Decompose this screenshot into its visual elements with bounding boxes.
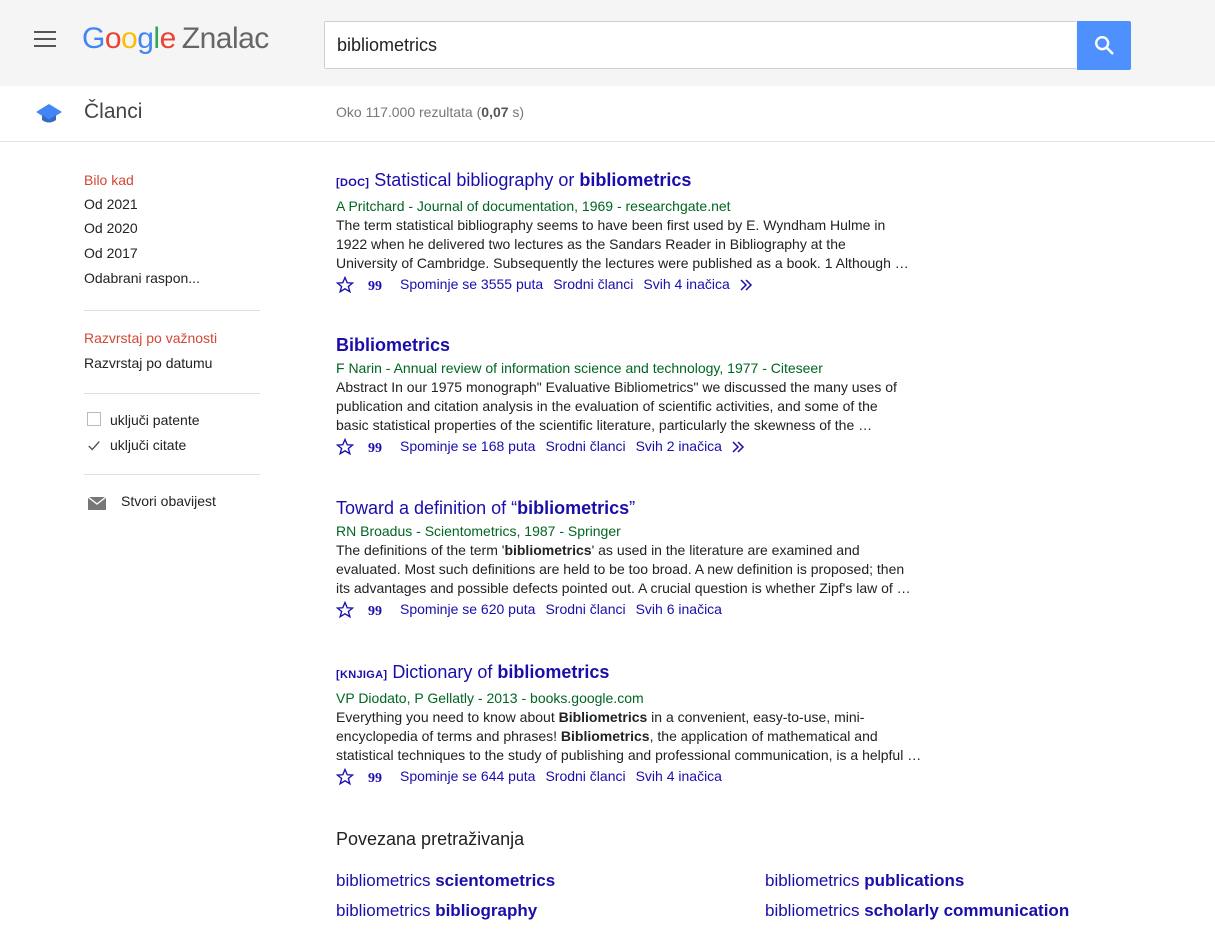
related-search-link[interactable]: bibliometrics scientometrics xyxy=(336,871,555,891)
logo[interactable]: Google Znalac xyxy=(82,22,269,56)
search-box xyxy=(324,21,1076,69)
all-versions-link[interactable]: Svih 6 inačica xyxy=(636,601,722,617)
result-authors: VP Diodato, P Gellatly - 2013 - books.go… xyxy=(336,690,644,706)
cited-by-link[interactable]: Spominje se 3555 puta xyxy=(400,276,543,292)
result-snippet: The definitions of the term 'bibliometri… xyxy=(336,542,911,596)
top-bar: Google Znalac xyxy=(0,0,1215,86)
related-articles-link[interactable]: Srodni članci xyxy=(553,276,633,292)
star-icon[interactable] xyxy=(336,768,354,786)
related-articles-link[interactable]: Srodni članci xyxy=(545,601,625,617)
sidebar-divider xyxy=(84,310,260,311)
related-search-link[interactable]: bibliometrics bibliography xyxy=(336,901,537,921)
result-authors: A Pritchard - Journal of documentation, … xyxy=(336,198,731,214)
search-result: [KNJIGA] Dictionary of bibliometrics VP … xyxy=(336,661,1056,786)
svg-text:99: 99 xyxy=(368,279,382,292)
result-title[interactable]: [DOC] Statistical bibliography or biblio… xyxy=(336,169,1056,194)
more-chevron-icon[interactable] xyxy=(732,441,748,453)
all-versions-link[interactable]: Svih 2 inačica xyxy=(636,438,722,454)
result-snippet: The term statistical bibliography seems … xyxy=(336,217,909,271)
result-actions: 99 Spominje se 644 puta Srodni članci Svih … xyxy=(336,766,1056,786)
search-result: Toward a definition of “bibliometrics” R… xyxy=(336,497,1056,619)
cite-quote-icon[interactable]: 99 xyxy=(368,440,386,454)
result-actions: 99 Spominje se 620 puta Srodni članci Svih … xyxy=(336,599,1056,619)
include-patents-label[interactable]: uključi patente xyxy=(110,412,200,428)
related-search-link[interactable]: bibliometrics scholarly communication xyxy=(765,901,1069,921)
sort-relevance[interactable]: Razvrstaj po važnosti xyxy=(84,330,217,346)
result-snippet: Everything you need to know about Biblio… xyxy=(336,709,922,763)
cite-quote-icon[interactable]: 99 xyxy=(368,278,386,292)
search-result: [DOC] Statistical bibliography or biblio… xyxy=(336,169,1056,294)
filter-since-2020[interactable]: Od 2020 xyxy=(84,220,138,236)
related-articles-link[interactable]: Srodni članci xyxy=(545,768,625,784)
include-citations-label[interactable]: uključi citate xyxy=(110,437,186,453)
result-authors: F Narin - Annual review of information s… xyxy=(336,360,823,376)
result-actions: 99 Spominje se 3555 puta Srodni članci Svih… xyxy=(336,274,1056,294)
cited-by-link[interactable]: Spominje se 620 puta xyxy=(400,601,535,617)
create-alert-link[interactable]: Stvori obavijest xyxy=(121,493,216,509)
star-icon[interactable] xyxy=(336,601,354,619)
result-snippet: Abstract In our 1975 monograph" Evaluati… xyxy=(336,379,897,433)
search-button[interactable] xyxy=(1077,21,1131,70)
sidebar-divider xyxy=(84,393,260,394)
more-chevron-icon[interactable] xyxy=(740,279,756,291)
all-versions-link[interactable]: Svih 4 inačica xyxy=(643,276,729,292)
menu-icon[interactable] xyxy=(34,31,56,52)
related-articles-link[interactable]: Srodni članci xyxy=(545,438,625,454)
filter-since-2021[interactable]: Od 2021 xyxy=(84,196,138,212)
search-input[interactable] xyxy=(325,22,1076,68)
section-title[interactable]: Članci xyxy=(84,100,142,124)
header-divider xyxy=(0,141,1215,142)
result-stats: Oko 117.000 rezultata (0,07 s) xyxy=(336,104,525,120)
svg-text:99: 99 xyxy=(368,771,382,784)
filter-any-time[interactable]: Bilo kad xyxy=(84,172,134,188)
graduation-cap-icon xyxy=(36,104,62,123)
sidebar-divider xyxy=(84,474,260,475)
cited-by-link[interactable]: Spominje se 644 puta xyxy=(400,768,535,784)
search-result: Bibliometrics F Narin - Annual review of… xyxy=(336,334,1056,456)
related-search-link[interactable]: bibliometrics publications xyxy=(765,871,964,891)
search-icon xyxy=(1095,36,1114,55)
svg-text:99: 99 xyxy=(368,441,382,454)
include-patents-checkbox[interactable] xyxy=(87,412,101,426)
cited-by-link[interactable]: Spominje se 168 puta xyxy=(400,438,535,454)
svg-text:99: 99 xyxy=(368,604,382,617)
filter-custom-range[interactable]: Odabrani raspon... xyxy=(84,270,200,286)
sort-date[interactable]: Razvrstaj po datumu xyxy=(84,355,212,371)
result-authors: RN Broadus - Scientometrics, 1987 - Spri… xyxy=(336,523,621,539)
result-title[interactable]: [KNJIGA] Dictionary of bibliometrics xyxy=(336,661,1056,686)
include-citations-checkbox[interactable] xyxy=(87,439,101,453)
filter-since-2017[interactable]: Od 2017 xyxy=(84,245,138,261)
star-icon[interactable] xyxy=(336,276,354,294)
related-searches-title: Povezana pretraživanja xyxy=(336,829,525,849)
star-icon[interactable] xyxy=(336,438,354,456)
all-versions-link[interactable]: Svih 4 inačica xyxy=(636,768,722,784)
mail-icon xyxy=(88,497,106,510)
cite-quote-icon[interactable]: 99 xyxy=(368,770,386,784)
result-title[interactable]: Bibliometrics xyxy=(336,334,1056,356)
result-actions: 99 Spominje se 168 puta Srodni članci Svih … xyxy=(336,436,1056,456)
result-title[interactable]: Toward a definition of “bibliometrics” xyxy=(336,497,1056,519)
cite-quote-icon[interactable]: 99 xyxy=(368,603,386,617)
